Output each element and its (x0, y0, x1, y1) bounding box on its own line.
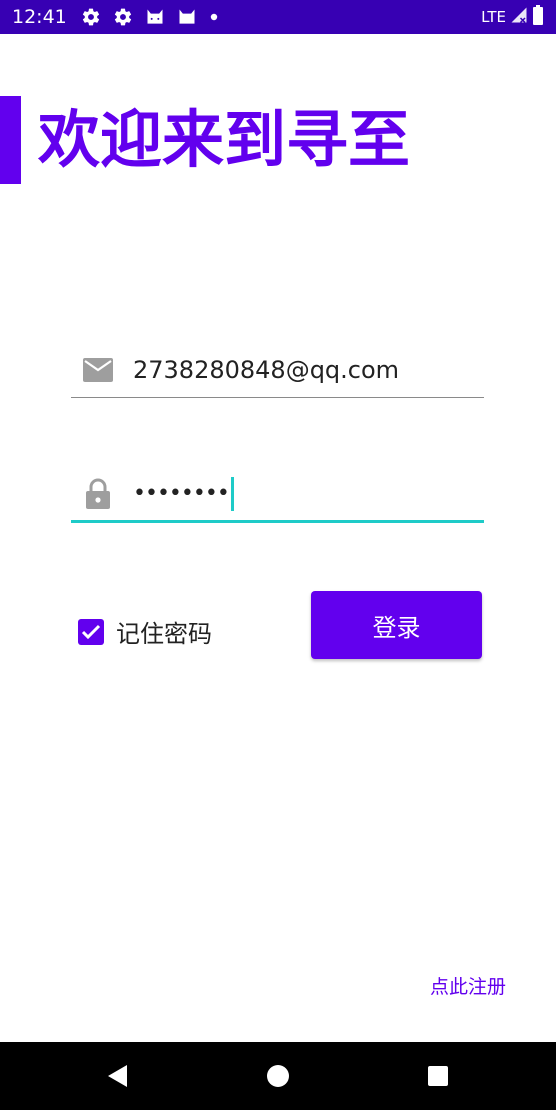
signal-icon (510, 6, 528, 28)
email-field[interactable]: 2738280848@qq.com (71, 342, 484, 398)
remember-label: 记住密码 (116, 620, 212, 648)
password-value: •••••••• (133, 481, 230, 506)
remember-checkbox[interactable] (78, 618, 104, 645)
status-bar: 12:41 LTE (0, 0, 556, 34)
register-link[interactable]: 点此注册 (430, 972, 506, 999)
recents-icon[interactable] (424, 1062, 452, 1090)
home-icon[interactable] (264, 1062, 292, 1090)
gear-icon (81, 7, 101, 27)
gear-icon (113, 7, 133, 27)
mail-icon (83, 355, 113, 385)
back-icon[interactable] (103, 1062, 131, 1090)
status-right: LTE (481, 5, 544, 29)
android-cat-icon (177, 7, 197, 27)
text-cursor (230, 476, 234, 511)
page-title: 欢迎来到寻至 (38, 103, 411, 176)
notification-icons (81, 7, 219, 27)
check-icon (81, 624, 101, 639)
remember-password[interactable]: 记住密码 (78, 614, 212, 649)
login-button[interactable]: 登录 (311, 591, 482, 659)
lock-icon (83, 478, 113, 509)
status-time: 12:41 (12, 6, 67, 28)
android-cat-icon (145, 7, 165, 27)
network-type: LTE (481, 8, 506, 26)
navigation-bar (0, 1042, 556, 1110)
battery-icon (532, 5, 544, 29)
password-field[interactable]: •••••••• (71, 467, 484, 523)
title-accent-bar (0, 96, 21, 184)
dot-icon (209, 12, 219, 22)
email-value: 2738280848@qq.com (133, 355, 400, 384)
